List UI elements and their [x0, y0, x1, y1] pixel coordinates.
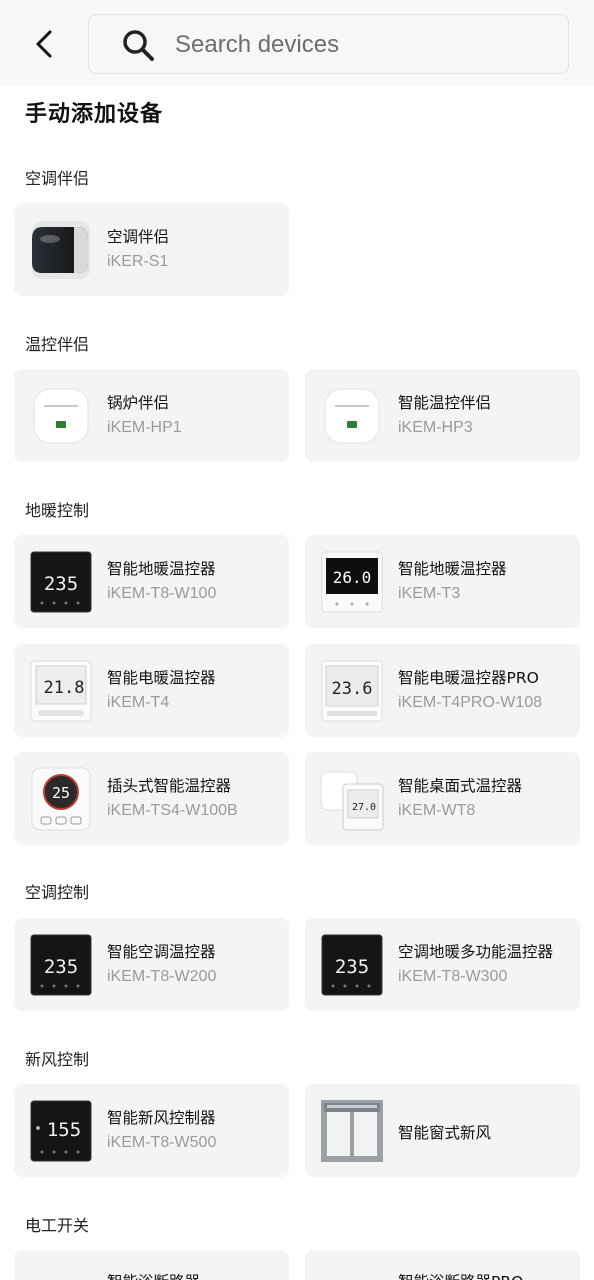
device-model: iKEM-T3 — [398, 585, 461, 602]
section-title: 空调伴侣 — [25, 169, 90, 188]
svg-text:155: 155 — [47, 1119, 81, 1141]
lcd-thermostat-icon: 21.8 — [30, 660, 92, 722]
ac-companion-device-icon — [32, 221, 90, 279]
device-model: iKEM-T8-W300 — [398, 968, 508, 985]
svg-text:26.0: 26.0 — [333, 568, 372, 587]
svg-text:27.0: 27.0 — [352, 802, 376, 813]
svg-text:235: 235 — [335, 956, 369, 978]
device-name: 空调伴侣 — [107, 228, 170, 246]
device-card[interactable]: 锅炉伴侣 iKEM-HP1 — [14, 369, 289, 462]
device-name: 智能温控伴侣 — [398, 394, 492, 412]
device-name: 智能电暖温控器PRO — [398, 669, 539, 687]
device-name: 智能地暖温控器 — [398, 560, 507, 578]
device-card[interactable]: 智能浴断路器PRO — [305, 1250, 580, 1280]
device-card[interactable]: 空调伴侣 iKER-S1 — [14, 203, 289, 296]
device-model: iKEM-T8-W500 — [107, 1134, 217, 1151]
section-title: 新风控制 — [25, 1050, 90, 1069]
device-name: 智能地暖温控器 — [107, 560, 216, 578]
device-card[interactable]: 25 插头式智能温控器 iKEM-TS4-W100B — [14, 752, 289, 845]
desktop-thermostat-icon: 27.0 — [320, 771, 384, 831]
device-name: 智能新风控制器 — [107, 1109, 216, 1127]
section-title: 地暖控制 — [25, 501, 90, 520]
lcd-thermostat-pro-icon: 23.6 — [321, 660, 383, 722]
section-title: 温控伴侣 — [25, 335, 90, 354]
device-name: 智能桌面式温控器 — [398, 777, 523, 795]
device-card[interactable]: 智能浴断路器 — [14, 1250, 289, 1280]
black-thermostat-icon: 235 — [30, 934, 92, 996]
boiler-companion-device-icon — [33, 388, 89, 444]
device-card[interactable]: 155 智能新风控制器 iKEM-T8-W500 — [14, 1084, 289, 1177]
window-ventilator-icon — [321, 1100, 383, 1162]
device-name: 智能窗式新风 — [398, 1124, 492, 1142]
section-title: 空调控制 — [25, 883, 90, 902]
device-name: 智能电暖温控器 — [107, 669, 216, 687]
device-model: iKEM-T4 — [107, 694, 170, 711]
device-card[interactable]: 26.0 智能地暖温控器 iKEM-T3 — [305, 535, 580, 628]
device-card[interactable]: 23.6 智能电暖温控器PRO iKEM-T4PRO-W108 — [305, 644, 580, 737]
device-model: iKEM-T8-W100 — [107, 585, 217, 602]
device-model: iKEM-TS4-W100B — [107, 802, 238, 819]
device-card[interactable]: 智能温控伴侣 iKEM-HP3 — [305, 369, 580, 462]
svg-text:235: 235 — [44, 573, 78, 595]
chevron-left-icon — [36, 30, 52, 58]
device-name: 锅炉伴侣 — [107, 394, 170, 412]
device-name: 智能浴断路器 — [107, 1270, 200, 1280]
svg-text:23.6: 23.6 — [332, 679, 373, 699]
device-model: iKEM-WT8 — [398, 802, 476, 819]
device-name: 智能浴断路器PRO — [398, 1270, 523, 1280]
device-card[interactable]: 235 空调地暖多功能温控器 iKEM-T8-W300 — [305, 918, 580, 1011]
search-input[interactable] — [175, 25, 545, 65]
device-card[interactable]: 智能窗式新风 — [305, 1084, 580, 1177]
black-thermostat-icon: 235 — [321, 934, 383, 996]
svg-text:25: 25 — [52, 784, 70, 802]
white-thermostat-icon: 26.0 — [321, 551, 383, 613]
search-icon — [123, 30, 154, 61]
device-model: iKEM-HP1 — [107, 419, 182, 436]
device-card[interactable]: 235 智能空调温控器 iKEM-T8-W200 — [14, 918, 289, 1011]
device-model: iKER-S1 — [107, 253, 169, 270]
black-thermostat-icon: 235 — [30, 551, 92, 613]
svg-text:21.8: 21.8 — [44, 678, 85, 698]
device-card[interactable]: 21.8 智能电暖温控器 iKEM-T4 — [14, 644, 289, 737]
device-card[interactable]: 27.0 智能桌面式温控器 iKEM-WT8 — [305, 752, 580, 845]
device-model: iKEM-T8-W200 — [107, 968, 217, 985]
device-model: iKEM-HP3 — [398, 419, 473, 436]
back-button[interactable] — [24, 22, 64, 66]
device-name: 插头式智能温控器 — [107, 777, 232, 795]
thermo-companion-device-icon — [324, 388, 380, 444]
device-name: 空调地暖多功能温控器 — [398, 943, 554, 961]
top-bar — [0, 0, 594, 86]
device-name: 智能空调温控器 — [107, 943, 216, 961]
plug-thermostat-icon: 25 — [31, 767, 91, 831]
device-model: iKEM-T4PRO-W108 — [398, 694, 543, 711]
black-thermostat-icon: 155 — [30, 1100, 92, 1162]
search-bar[interactable] — [88, 14, 569, 74]
page-title: 手动添加设备 — [25, 102, 164, 127]
svg-text:235: 235 — [44, 956, 78, 978]
device-card[interactable]: 235 智能地暖温控器 iKEM-T8-W100 — [14, 535, 289, 628]
section-title: 电工开关 — [25, 1216, 90, 1235]
